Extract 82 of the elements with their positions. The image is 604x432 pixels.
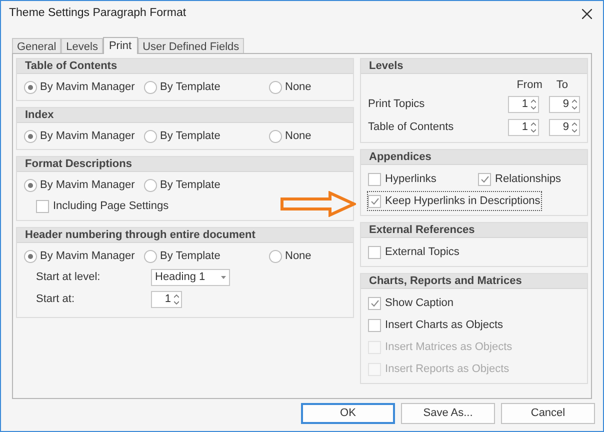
spin-box[interactable]: 1 [151,290,182,308]
radio-button[interactable]: By Mavim Manager [24,176,144,194]
check-icon [370,300,379,306]
field-label: Start at: [36,292,76,307]
radio-button[interactable]: By Template [144,128,269,144]
radio-label: None [285,248,312,264]
spin-value: 1 [164,292,171,307]
tab[interactable]: Print [102,37,138,54]
spin-box[interactable]: 9 [549,119,580,136]
dropdown-value: Heading 1 [155,270,206,285]
checkbox-label: Insert Matrices as Objects [385,340,512,355]
radio-label: By Mavim Manager [40,248,135,264]
group-title: Header numbering through entire document [17,228,354,243]
spin-value: 1 [522,120,528,136]
checkbox-label: Relationships [495,172,562,187]
group-title: Charts, Reports and Matrices [361,274,587,289]
radio-label: By Template [160,128,220,144]
close-icon [582,9,592,19]
radio-button[interactable]: By Mavim Manager [24,78,144,96]
checkbox-label: Including Page Settings [53,198,169,214]
spin-value: 9 [562,120,569,136]
radio-button[interactable]: By Template [144,78,269,96]
checkbox-label: Show Caption [385,296,454,311]
tab[interactable]: Levels [61,38,103,53]
radio-button[interactable]: By Mavim Manager [24,128,144,144]
checkbox-box[interactable] [368,194,382,208]
dialog-button[interactable]: Save As... [401,403,495,424]
spin-box[interactable]: 1 [508,119,539,136]
radio-label: By Template [160,248,220,264]
checkbox-box[interactable] [368,172,382,186]
window-title: Theme Settings Paragraph Format [9,6,186,22]
checkbox-box[interactable] [368,296,382,310]
checkbox-label: External Topics [385,244,460,260]
group-title: Index [17,108,354,123]
field-label: Start at level: [36,270,102,285]
spin-arrows-icon[interactable] [531,99,536,110]
group-title: Table of Contents [17,59,354,74]
dialog-button[interactable]: OK [301,403,395,424]
caret-icon [221,276,226,278]
checkbox-box[interactable] [478,172,492,186]
spin-box[interactable]: 1 [508,96,539,113]
dropdown[interactable]: Heading 1 [151,268,230,286]
radio-label: By Template [160,178,220,193]
field-label: Table of Contents [368,120,455,136]
checkbox-box[interactable] [368,246,382,258]
spin-box[interactable]: 9 [549,96,580,113]
radio-label: By Template [160,80,220,95]
group-title: Format Descriptions [17,157,354,172]
radio-button[interactable]: None [269,128,312,144]
group-title: Appendices [361,150,587,165]
spin-arrows-icon[interactable] [531,122,536,133]
checkbox-label: Insert Charts as Objects [385,318,504,333]
checkbox-label: Insert Reports as Objects [385,362,510,377]
check-icon [370,198,379,204]
spin-value: 9 [562,97,569,112]
column-heading: To [556,78,568,93]
radio-button[interactable]: By Mavim Manager [24,248,144,264]
radio-button[interactable]: By Template [144,176,269,194]
radio-label: None [285,128,312,144]
radio-button[interactable]: None [269,248,312,264]
checkbox-label: Keep Hyperlinks in Descriptions [385,194,540,209]
field-label: Print Topics [368,97,426,112]
spin-arrows-icon[interactable] [572,122,577,133]
tab[interactable]: User Defined Fields [138,38,244,53]
radio-button[interactable]: By Template [144,248,269,264]
radio-button[interactable]: None [269,78,312,96]
check-icon [480,176,489,182]
group-title: External References [361,223,587,238]
spin-value: 1 [522,97,528,112]
spin-arrows-icon[interactable] [174,294,179,304]
checkbox-label: Hyperlinks [385,172,436,187]
group-title: Levels [361,59,587,74]
radio-label: By Mavim Manager [40,80,135,95]
tab[interactable]: General [12,38,62,53]
checkbox-box[interactable] [368,318,382,332]
dialog-button[interactable]: Cancel [501,403,595,424]
radio-label: By Mavim Manager [40,128,135,144]
radio-label: None [285,80,312,95]
spin-arrows-icon[interactable] [572,99,577,110]
checkbox-box[interactable] [36,200,49,212]
radio-label: By Mavim Manager [40,178,135,193]
column-heading: From [516,78,542,93]
